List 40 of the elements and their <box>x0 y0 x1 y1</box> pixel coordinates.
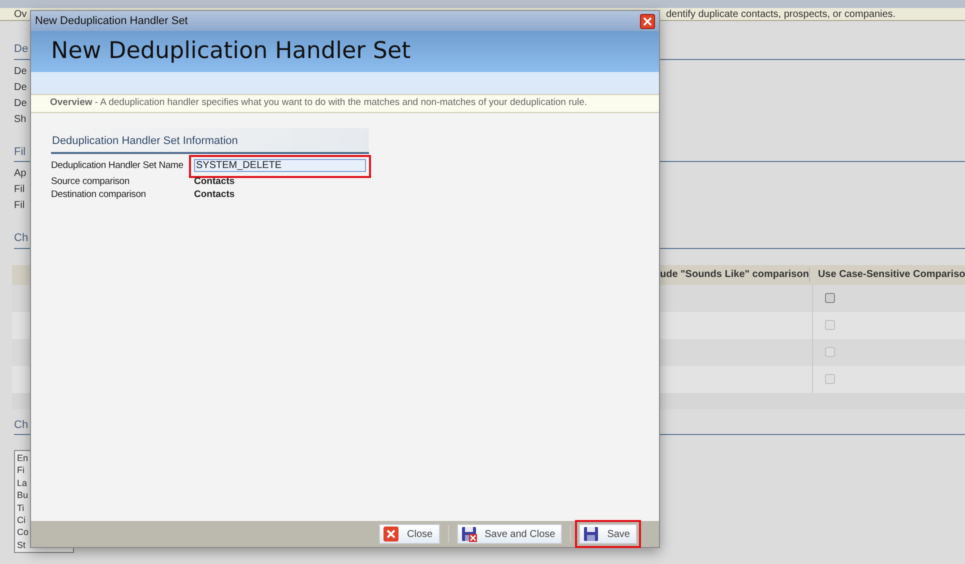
list-item[interactable]: Bu <box>17 490 28 500</box>
field-label: Sh <box>14 114 26 124</box>
section-heading: Ch <box>14 232 28 244</box>
section-heading: Ch <box>14 418 28 430</box>
overview-text: Overview - A deduplication handler specifies what you want to do with the matches and non-matches of your deduplication rule. <box>50 96 588 110</box>
floppy-disk-cross-icon <box>460 526 477 542</box>
field-label: Fil <box>14 200 25 211</box>
close-icon <box>383 526 400 542</box>
field-value: Contacts <box>194 188 235 200</box>
list-item[interactable]: La <box>17 478 28 488</box>
toolbar-button[interactable]: Close <box>379 524 440 544</box>
field-label: Fil <box>14 184 25 195</box>
field-label: Source comparison <box>51 175 130 190</box>
field-label: De <box>14 82 27 92</box>
name-input-field[interactable]: SYSTEM_DELETE <box>194 159 366 172</box>
section-heading: De <box>14 43 28 55</box>
field-label: De <box>14 98 27 108</box>
field-label: Deduplication Handler Set Name <box>51 159 184 174</box>
toolbar-button[interactable]: Save <box>579 524 637 544</box>
list-item[interactable]: En <box>17 453 28 463</box>
section-heading: Deduplication Handler Set Information <box>51 135 238 147</box>
field-label: Destination comparison <box>51 188 147 202</box>
list-item[interactable]: Ti <box>17 502 24 513</box>
column-header: Use Case-Sensitive Compariso <box>816 268 965 282</box>
field-value: Contacts <box>194 176 235 188</box>
field-label: Ap <box>14 168 26 179</box>
list-item[interactable]: Fi <box>17 465 24 476</box>
checkbox[interactable] <box>825 293 835 303</box>
window-title: New Deduplication Handler Set <box>35 14 188 29</box>
close-button[interactable] <box>640 14 655 28</box>
list-item[interactable]: Co <box>17 527 29 538</box>
overview-text: dentify duplicate contacts, prospects, or companies. <box>666 8 896 22</box>
list-item[interactable]: St <box>17 540 26 550</box>
list-item[interactable]: Ci <box>17 514 26 525</box>
field-label: De <box>14 66 27 76</box>
section-heading: Fil <box>14 146 26 158</box>
dialog-heading: New Deduplication Handler Set <box>51 37 411 66</box>
close-icon <box>643 16 652 26</box>
overview-text: Ov <box>14 8 27 20</box>
toolbar-button[interactable]: Save and Close <box>456 524 562 544</box>
